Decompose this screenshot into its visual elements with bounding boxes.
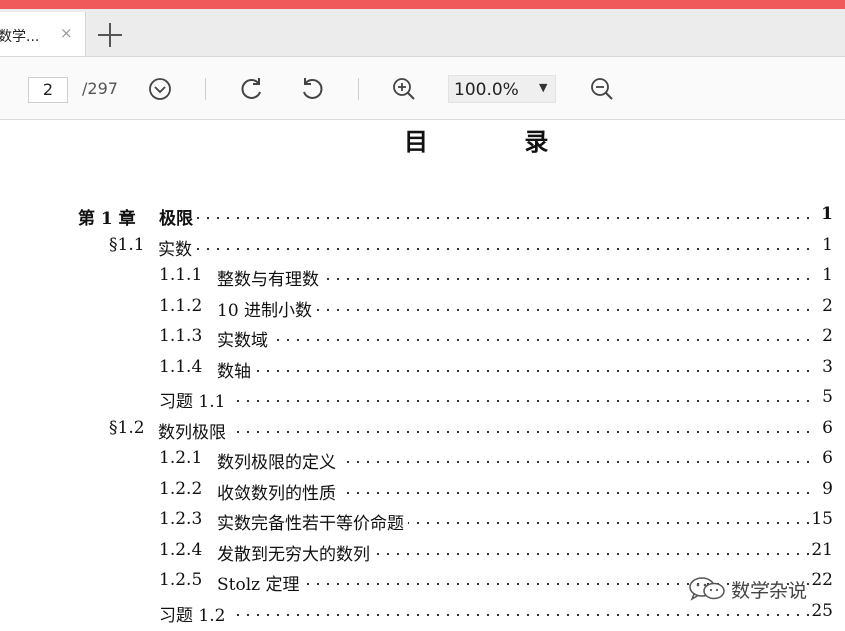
toc-entry-title: Stolz 定理 <box>217 570 304 595</box>
toc-dot-leader <box>217 365 813 376</box>
toc-entry[interactable]: 1.2.4 发散到无穷大的数列 21 <box>0 539 845 570</box>
toc-entry-title: 发散到无穷大的数列 <box>217 539 374 565</box>
pdf-toolbar: /297 100.0% ▼ <box>0 57 845 120</box>
toc-dot-leader <box>217 335 813 345</box>
toc-entry-number: §1.1 <box>109 234 145 255</box>
watermark: 数学杂说 <box>683 573 823 605</box>
toolbar-divider <box>358 78 359 100</box>
toc-entry-title: 习题 1.1 <box>159 387 230 412</box>
toc-entry-page: 1 <box>821 204 833 224</box>
toc-entry[interactable]: 1.1.2 10 进制小数 2 <box>0 295 845 326</box>
toc-entry[interactable]: 1.2.3 实数完备性若干等价命题 15 <box>0 509 845 539</box>
toc-entry-page: 9 <box>822 478 833 499</box>
toc-entry[interactable]: 1.2.1 数列极限的定义 6 <box>0 448 845 478</box>
toc-entry-page: 1 <box>822 265 833 285</box>
toolbar-divider <box>205 78 206 100</box>
browser-top-bar <box>0 0 845 9</box>
toc-entry[interactable]: §1.2 数列极限 6 <box>0 417 845 448</box>
toc-entry-title: 实数域 <box>217 326 272 351</box>
toc-entry-page: 15 <box>811 509 833 529</box>
toc-dot-leader <box>159 396 813 406</box>
toc-heading: 目 录 <box>404 127 593 156</box>
pdf-page: 目 录 第 1 章 极限 1 §1.1 实数 1 1.1.1 整数与有理数 1 1.1.2 10 进… <box>0 120 845 628</box>
toc-entry-number: 1.1.1 <box>159 265 203 285</box>
toc-entry-number: 1.1.3 <box>159 326 203 346</box>
toc-entry[interactable]: 1.2.2 收敛数列的性质 9 <box>0 478 845 509</box>
toc-entry[interactable]: 1.1.4 数轴 3 <box>0 356 845 387</box>
toc-entry-number: 1.2.4 <box>159 539 203 560</box>
toc-entry[interactable]: 第 1 章 极限 1 <box>0 204 845 234</box>
toc-entry-title: 极限 <box>159 204 197 229</box>
watermark-text: 数学杂说 <box>731 580 808 602</box>
toc-entry-number: 1.1.4 <box>159 356 203 377</box>
toc-entry[interactable]: 1.1.3 实数域 2 <box>0 326 845 356</box>
toc-entry-page: 2 <box>822 295 833 316</box>
toc-dot-leader <box>159 609 813 620</box>
zoom-value: 100.0% <box>454 80 519 100</box>
toc-entry-number: 1.2.2 <box>159 478 203 499</box>
toc-entry-page: 5 <box>822 387 833 407</box>
chevron-down-circle-icon[interactable] <box>146 75 174 103</box>
toc-entry-number: 第 1 章 <box>78 209 136 229</box>
wechat-icon <box>689 577 725 601</box>
toc-entry-title: 整数与有理数 <box>217 265 323 290</box>
toc-dot-leader <box>158 243 813 254</box>
toc-entry-title: 数列极限 <box>158 417 230 443</box>
toc-dot-leader <box>159 213 813 223</box>
toc-entry-title: 收敛数列的性质 <box>217 478 340 504</box>
toc-entry-title: 习题 1.2 <box>159 600 230 626</box>
zoom-select[interactable]: 100.0% ▼ <box>448 75 556 103</box>
page-number-input[interactable] <box>28 77 68 103</box>
tab-bar: 数学... × <box>0 9 845 57</box>
toc-entry[interactable]: 习题 1.1 5 <box>0 387 845 417</box>
toc-entry-title: 实数完备性若干等价命题 <box>217 509 408 534</box>
toc-entry-title: 10 进制小数 <box>217 295 317 321</box>
tab-close-button[interactable]: × <box>60 24 73 42</box>
toc-entry-page: 3 <box>822 356 833 377</box>
caret-down-icon: ▼ <box>539 81 548 94</box>
toc-entry-title: 数列极限的定义 <box>217 448 340 473</box>
toc-entry[interactable]: §1.1 实数 1 <box>0 234 845 265</box>
toc-entry-title: 实数 <box>158 234 196 260</box>
toc-entry-number: 1.1.2 <box>159 295 203 316</box>
new-tab-icon[interactable] <box>97 22 123 48</box>
toc-entry-number: §1.2 <box>109 417 145 438</box>
toc-entry-page: 1 <box>822 234 833 255</box>
toc-dot-leader <box>158 426 813 437</box>
rotate-counterclockwise-icon[interactable] <box>298 75 326 103</box>
toc-entry-number: 1.2.1 <box>159 448 203 468</box>
rotate-clockwise-icon[interactable] <box>238 75 266 103</box>
toc-entry-number: 1.2.5 <box>159 570 203 590</box>
toc-entry[interactable]: 1.1.1 整数与有理数 1 <box>0 265 845 295</box>
toc-entry-page: 6 <box>822 448 833 468</box>
toc-entry-page: 21 <box>811 539 833 560</box>
tab-title: 数学... <box>0 29 40 45</box>
page-total: /297 <box>82 79 118 98</box>
tab-document[interactable]: 数学... × <box>0 12 86 56</box>
toc-entry-title: 数轴 <box>217 356 255 382</box>
zoom-in-icon[interactable] <box>390 75 418 103</box>
toc-entry[interactable]: 习题 1.2 25 <box>0 600 845 631</box>
zoom-out-icon[interactable] <box>588 75 616 103</box>
toc-entry-page: 6 <box>822 417 833 438</box>
toc-entry-page: 2 <box>822 326 833 346</box>
toc-entry-number: 1.2.3 <box>159 509 203 529</box>
